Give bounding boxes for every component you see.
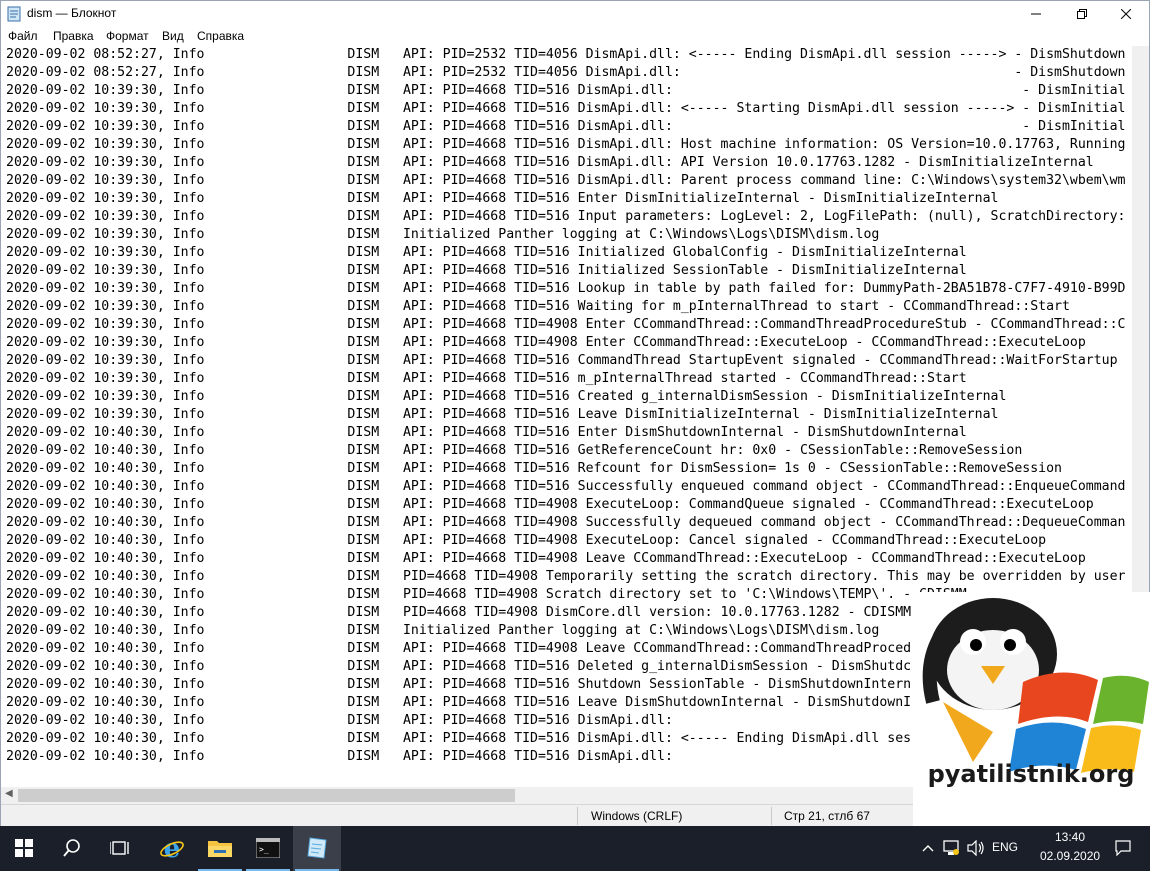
log-line: 2020-09-02 10:39:30, Info DISM API: PID=… xyxy=(6,173,1126,188)
clock-time[interactable]: 13:40 xyxy=(1040,830,1100,844)
log-line: 2020-09-02 08:52:27, Info DISM API: PID=… xyxy=(6,47,1126,62)
log-line: 2020-09-02 10:40:30, Info DISM API: PID=… xyxy=(6,533,1047,548)
internet-explorer-icon: e xyxy=(160,835,184,861)
task-view-icon xyxy=(110,841,129,855)
minimize-icon xyxy=(1031,13,1041,15)
log-line: 2020-09-02 10:39:30, Info DISM API: PID=… xyxy=(6,83,1126,98)
log-line: 2020-09-02 10:39:30, Info DISM API: PID=… xyxy=(6,281,1126,296)
menu-file[interactable]: Файл xyxy=(8,29,38,43)
log-line: 2020-09-02 10:39:30, Info DISM API: PID=… xyxy=(6,155,1094,170)
svg-text:>_: >_ xyxy=(259,845,269,854)
log-line: 2020-09-02 10:39:30, Info DISM API: PID=… xyxy=(6,389,1007,404)
status-encoding: Windows (CRLF) xyxy=(591,809,683,823)
volume-icon[interactable] xyxy=(967,840,985,856)
maximize-icon xyxy=(1077,9,1087,19)
notepad-icon xyxy=(307,837,327,859)
status-separator xyxy=(577,807,578,825)
log-line: 2020-09-02 10:39:30, Info DISM API: PID=… xyxy=(6,101,1126,116)
minimize-button[interactable] xyxy=(1013,1,1059,27)
log-line: 2020-09-02 10:39:30, Info DISM API: PID=… xyxy=(6,245,967,260)
task-view-button[interactable] xyxy=(96,826,144,871)
log-line: 2020-09-02 10:39:30, Info DISM API: PID=… xyxy=(6,209,1126,224)
folder-icon xyxy=(208,841,232,857)
menu-help[interactable]: Справка xyxy=(197,29,244,43)
cmd-button[interactable]: >_ xyxy=(244,826,292,871)
chevron-up-icon[interactable] xyxy=(922,844,934,852)
windows-logo-icon xyxy=(15,839,33,857)
log-line: 2020-09-02 10:39:30, Info DISM API: PID=… xyxy=(6,317,1126,332)
close-icon xyxy=(1120,8,1132,20)
system-tray: ENG 13:40 02.09.2020 xyxy=(920,826,1150,871)
log-line: 2020-09-02 10:40:30, Info DISM API: PID=… xyxy=(6,425,967,440)
log-line: 2020-09-02 10:39:30, Info DISM API: PID=… xyxy=(6,299,1070,314)
command-prompt-icon: >_ xyxy=(256,838,280,858)
menu-edit[interactable]: Правка xyxy=(53,29,94,43)
log-line: 2020-09-02 10:39:30, Info DISM API: PID=… xyxy=(6,137,1126,152)
pyatilistnik-watermark-logo: pyatilistnik.org xyxy=(913,592,1150,826)
language-indicator[interactable]: ENG xyxy=(992,840,1018,854)
watermark-text: pyatilistnik.org xyxy=(928,760,1135,788)
window-title: dism — Блокнот xyxy=(27,6,117,20)
clock-date[interactable]: 02.09.2020 xyxy=(1040,849,1100,863)
scroll-left-icon[interactable]: ◀ xyxy=(5,788,13,799)
menu-bar: Файл Правка Формат Вид Справка xyxy=(1,27,1149,46)
log-line: 2020-09-02 10:40:30, Info DISM API: PID=… xyxy=(6,461,1062,476)
log-line: 2020-09-02 10:40:30, Info DISM API: PID=… xyxy=(6,551,1086,566)
log-line: 2020-09-02 10:39:30, Info DISM API: PID=… xyxy=(6,371,967,386)
svg-text:e: e xyxy=(164,835,181,861)
horizontal-scroll-thumb[interactable] xyxy=(18,789,515,802)
title-bar[interactable]: dism — Блокнот xyxy=(1,1,1149,27)
start-button[interactable] xyxy=(0,826,48,871)
ie-button[interactable]: e xyxy=(148,826,196,871)
search-icon xyxy=(63,839,80,857)
log-line: 2020-09-02 10:39:30, Info DISM API: PID=… xyxy=(6,263,967,278)
maximize-button[interactable] xyxy=(1059,1,1105,27)
notepad-button[interactable] xyxy=(293,826,341,871)
log-line: 2020-09-02 10:39:30, Info DISM API: PID=… xyxy=(6,353,1118,368)
menu-format[interactable]: Формат xyxy=(106,29,149,43)
log-line: 2020-09-02 08:52:27, Info DISM API: PID=… xyxy=(6,65,1126,80)
taskbar: e >_ ENG 13:40 02.09.2020 xyxy=(0,826,1150,871)
log-line: 2020-09-02 10:39:30, Info DISM API: PID=… xyxy=(6,407,999,422)
search-button[interactable] xyxy=(48,826,96,871)
log-line: 2020-09-02 10:40:30, Info DISM API: PID=… xyxy=(6,443,1023,458)
status-cursor-position: Стр 21, стлб 67 xyxy=(784,809,870,823)
menu-view[interactable]: Вид xyxy=(162,29,184,43)
close-button[interactable] xyxy=(1103,1,1149,27)
log-line: 2020-09-02 10:39:30, Info DISM API: PID=… xyxy=(6,335,1086,350)
notepad-app-icon xyxy=(7,6,21,22)
log-line: 2020-09-02 10:40:30, Info DISM API: PID=… xyxy=(6,497,1094,512)
log-line: 2020-09-02 10:39:30, Info DISM API: PID=… xyxy=(6,191,999,206)
log-line: 2020-09-02 10:39:30, Info DISM Initializ… xyxy=(6,227,880,242)
status-separator xyxy=(771,807,772,825)
network-icon[interactable] xyxy=(942,840,960,856)
log-line: 2020-09-02 10:40:30, Info DISM PID=4668 … xyxy=(6,569,1126,584)
log-line: 2020-09-02 10:40:30, Info DISM API: PID=… xyxy=(6,515,1126,530)
notifications-icon[interactable] xyxy=(1115,840,1131,856)
log-line: 2020-09-02 10:40:30, Info DISM API: PID=… xyxy=(6,479,1126,494)
log-line: 2020-09-02 10:39:30, Info DISM API: PID=… xyxy=(6,119,1126,134)
explorer-button[interactable] xyxy=(196,826,244,871)
